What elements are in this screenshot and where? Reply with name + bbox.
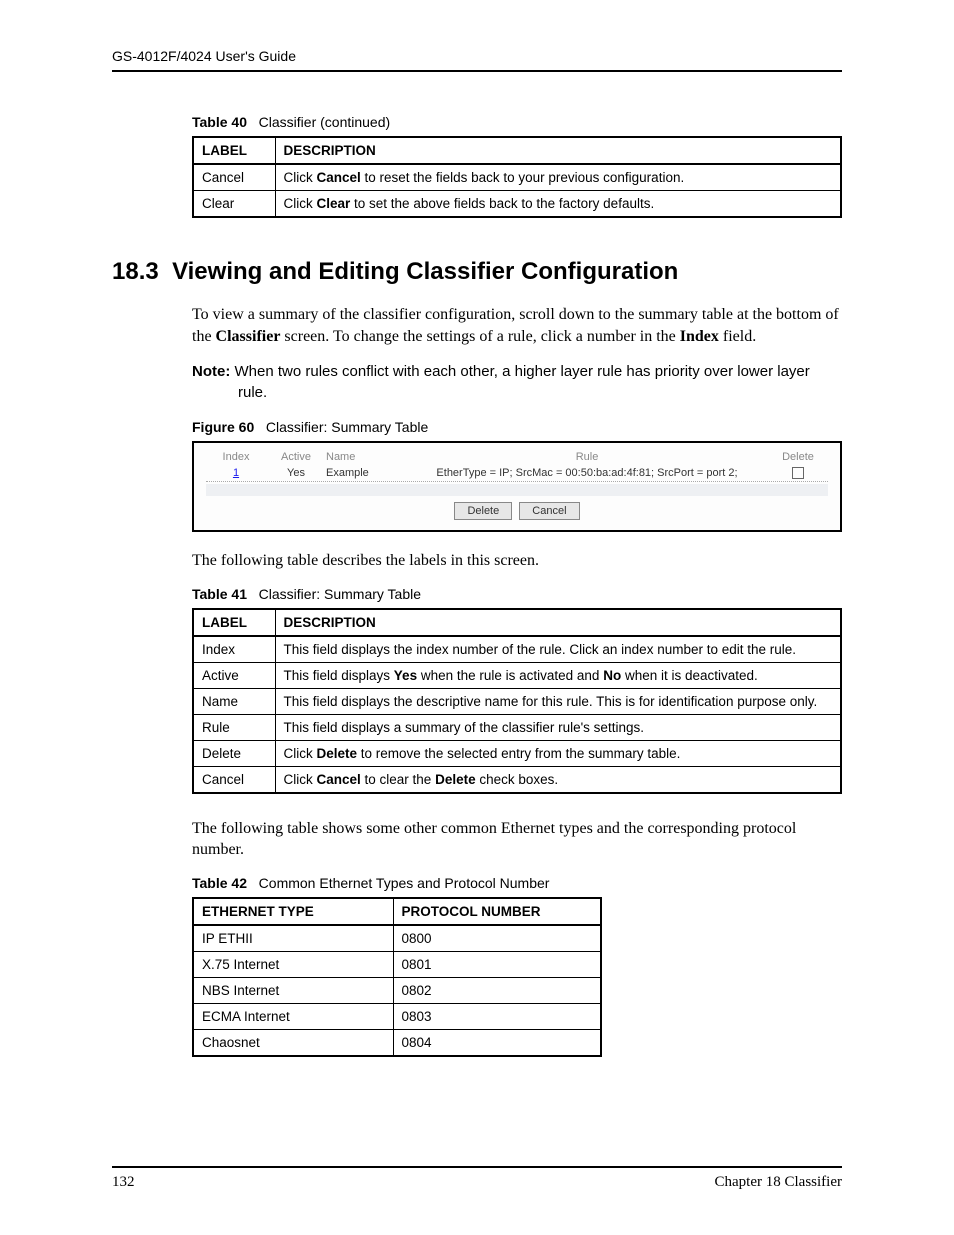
- table41-caption: Table 41 Classifier: Summary Table: [192, 586, 842, 602]
- figure60-col-name: Name: [326, 451, 406, 463]
- figure60-active-cell: Yes: [266, 467, 326, 479]
- table-row: Active This field displays Yes when the …: [193, 662, 841, 688]
- figure60-frame: Index Active Name Rule Delete 1 Yes Exam…: [192, 441, 842, 532]
- table42-col-type: ETHERNET TYPE: [193, 898, 393, 925]
- table40-r1-label: Clear: [193, 191, 275, 218]
- table40-caption-label: Table 40: [192, 114, 247, 130]
- figure60-caption: Figure 60 Classifier: Summary Table: [192, 419, 842, 435]
- para-before-table42: The following table shows some other com…: [192, 818, 842, 861]
- section-note: Note: When two rules conflict with each …: [192, 361, 842, 403]
- footer-chapter: Chapter 18 Classifier: [715, 1174, 842, 1191]
- figure60-data-row: 1 Yes Example EtherType = IP; SrcMac = 0…: [206, 465, 828, 482]
- note-label: Note:: [192, 363, 230, 380]
- figure60-col-index: Index: [206, 451, 266, 463]
- figure60-col-rule: Rule: [406, 451, 768, 463]
- note-text: When two rules conflict with each other,…: [230, 363, 809, 401]
- running-head: GS-4012F/4024 User's Guide: [112, 48, 842, 72]
- figure60-blank-row: [206, 484, 828, 496]
- table42-col-proto: PROTOCOL NUMBER: [393, 898, 601, 925]
- section-title: Viewing and Editing Classifier Configura…: [172, 258, 678, 285]
- section-para1: To view a summary of the classifier conf…: [192, 304, 842, 347]
- table41-col-label: LABEL: [193, 609, 275, 636]
- table42-caption-label: Table 42: [192, 875, 247, 891]
- table40-r0-desc: Click Cancel to reset the fields back to…: [275, 164, 841, 191]
- table-row: Delete Click Delete to remove the select…: [193, 740, 841, 766]
- table41: LABEL DESCRIPTION Index This field displ…: [192, 608, 842, 794]
- table-row: NBS Internet0802: [193, 978, 601, 1004]
- table40-r1-desc: Click Clear to set the above fields back…: [275, 191, 841, 218]
- table41-col-desc: DESCRIPTION: [275, 609, 841, 636]
- figure60-cancel-button[interactable]: Cancel: [519, 502, 579, 520]
- table-row: Clear Click Clear to set the above field…: [193, 191, 841, 218]
- table-row: ECMA Internet0803: [193, 1004, 601, 1030]
- table41-caption-text: Classifier: Summary Table: [259, 586, 421, 602]
- table-row: X.75 Internet0801: [193, 952, 601, 978]
- table-row: Index This field displays the index numb…: [193, 636, 841, 663]
- figure60-buttons: Delete Cancel: [206, 502, 828, 520]
- table-row: Cancel Click Cancel to reset the fields …: [193, 164, 841, 191]
- figure60-index-cell: 1: [206, 467, 266, 479]
- table40-caption: Table 40 Classifier (continued): [192, 114, 842, 130]
- footer: 132 Chapter 18 Classifier: [112, 1166, 842, 1191]
- table42: ETHERNET TYPE PROTOCOL NUMBER IP ETHII08…: [192, 897, 602, 1057]
- figure60-delete-cell: [768, 467, 828, 479]
- table-row: Chaosnet0804: [193, 1030, 601, 1057]
- footer-page: 132: [112, 1174, 135, 1191]
- para-after-figure: The following table describes the labels…: [192, 550, 842, 572]
- figure60-header-row: Index Active Name Rule Delete: [206, 449, 828, 465]
- table40-caption-text: Classifier (continued): [259, 114, 391, 130]
- section-number: 18.3: [112, 258, 159, 285]
- table-row: Name This field displays the descriptive…: [193, 688, 841, 714]
- table40-col-desc: DESCRIPTION: [275, 137, 841, 164]
- figure60-delete-checkbox[interactable]: [792, 467, 804, 479]
- figure60-caption-text: Classifier: Summary Table: [266, 419, 428, 435]
- table-row: Cancel Click Cancel to clear the Delete …: [193, 766, 841, 793]
- table41-caption-label: Table 41: [192, 586, 247, 602]
- section-heading: 18.3 Viewing and Editing Classifier Conf…: [112, 258, 842, 286]
- table40: LABEL DESCRIPTION Cancel Click Cancel to…: [192, 136, 842, 218]
- table42-caption-text: Common Ethernet Types and Protocol Numbe…: [259, 875, 550, 891]
- figure60-rule-cell: EtherType = IP; SrcMac = 00:50:ba:ad:4f:…: [406, 467, 768, 479]
- figure60-caption-label: Figure 60: [192, 419, 254, 435]
- figure60-delete-button[interactable]: Delete: [454, 502, 512, 520]
- table-row: IP ETHII0800: [193, 925, 601, 952]
- table42-caption: Table 42 Common Ethernet Types and Proto…: [192, 875, 842, 891]
- figure60-index-link[interactable]: 1: [233, 467, 239, 479]
- table40-col-label: LABEL: [193, 137, 275, 164]
- table-row: Rule This field displays a summary of th…: [193, 714, 841, 740]
- table40-r0-label: Cancel: [193, 164, 275, 191]
- figure60-col-delete: Delete: [768, 451, 828, 463]
- figure60-name-cell: Example: [326, 467, 406, 479]
- figure60-col-active: Active: [266, 451, 326, 463]
